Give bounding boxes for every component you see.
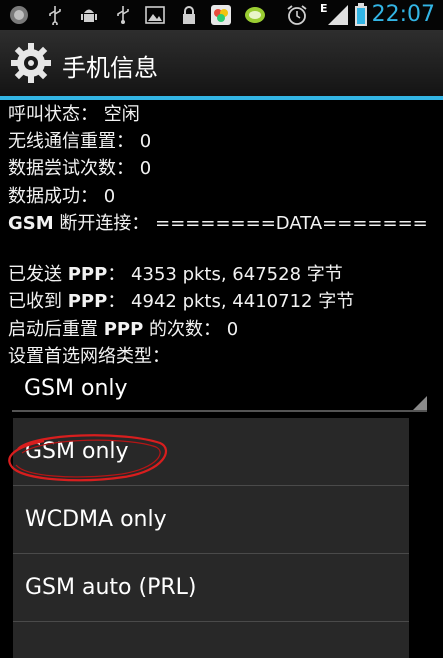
ppp-reset-value: 0 xyxy=(226,319,239,340)
radio-reset-row: 无线通信重置： 0 xyxy=(8,127,151,153)
ppp-sent-label: 已发送 xyxy=(8,264,62,285)
ppp-reset-label2: 的次数： xyxy=(149,319,222,340)
option-gsm-only[interactable]: GSM only xyxy=(13,418,409,485)
option-divider xyxy=(13,621,409,622)
ppp-recv-value: 4942 pkts, 4410712 字节 xyxy=(131,291,355,312)
page-title: 手机信息 xyxy=(62,54,158,82)
option-wcdma-only[interactable]: WCDMA only xyxy=(13,486,409,553)
call-status-label: 呼叫状态： xyxy=(8,104,98,125)
chat-icon xyxy=(244,4,266,26)
preferred-network-label: 设置首选网络类型： xyxy=(8,346,170,367)
lock-icon xyxy=(178,4,200,26)
preferred-network-spinner[interactable]: GSM only xyxy=(12,366,427,412)
call-status-value: 空闲 xyxy=(103,104,140,125)
data-attempts-row: 数据尝试次数： 0 xyxy=(8,154,151,180)
usb-icon xyxy=(44,4,66,26)
option-label: GSM auto (PRL) xyxy=(25,575,197,600)
data-success-value: 0 xyxy=(103,186,116,207)
data-attempts-label: 数据尝试次数： xyxy=(8,158,134,179)
option-label: GSM only xyxy=(25,439,129,464)
data-attempts-value: 0 xyxy=(139,158,152,179)
alarm-icon xyxy=(286,4,308,26)
option-label: WCDMA only xyxy=(25,507,167,532)
ppp-sent-bold: PPP xyxy=(67,264,108,285)
title-bar: 手机信息 xyxy=(0,30,443,96)
gallery-icon xyxy=(210,4,232,26)
radio-reset-label: 无线通信重置： xyxy=(8,131,134,152)
status-bar: E 22:07 xyxy=(0,0,443,30)
network-type-dropdown: GSM only WCDMA only GSM auto (PRL) xyxy=(13,418,409,658)
spinner-arrow-icon xyxy=(413,396,427,410)
spinner-underline xyxy=(12,410,427,412)
gsm-disconnect-label: 断开连接： xyxy=(59,213,150,234)
ppp-recv-row: 已收到 PPP： 4942 pkts, 4410712 字节 xyxy=(8,291,355,312)
data-success-label: 数据成功： xyxy=(8,186,98,207)
gsm-disconnect-label-bold: GSM xyxy=(8,213,54,234)
ppp-reset-label: 启动后重置 xyxy=(8,319,98,340)
ppp-sent-row: 已发送 PPP： 4353 pkts, 647528 字节 xyxy=(8,264,343,285)
clock-time: 22:07 xyxy=(371,2,435,27)
battery-icon xyxy=(354,3,368,26)
call-status-row: 呼叫状态： 空闲 xyxy=(8,100,140,126)
ppp-reset-row: 启动后重置 PPP 的次数： 0 xyxy=(8,315,238,341)
image-icon xyxy=(144,4,166,26)
ppp-recv-label: 已收到 xyxy=(8,291,62,312)
data-success-row: 数据成功： 0 xyxy=(8,182,115,208)
usb-icon xyxy=(112,4,134,26)
android-icon xyxy=(8,4,30,26)
ppp-recv-bold: PPP xyxy=(67,291,108,312)
signal-icon: E xyxy=(320,2,350,26)
ppp-sent-value: 4353 pkts, 647528 字节 xyxy=(131,264,343,285)
ppp-reset-bold: PPP xyxy=(103,319,144,340)
gsm-disconnect-value: ========DATA======= xyxy=(155,213,428,234)
gsm-disconnect-row: GSM 断开连接： ========DATA======= xyxy=(8,209,428,235)
gear-icon xyxy=(10,42,52,84)
android-debug-icon xyxy=(78,4,100,26)
radio-reset-value: 0 xyxy=(139,131,152,152)
spinner-selected-value: GSM only xyxy=(24,376,128,401)
option-gsm-auto-prl[interactable]: GSM auto (PRL) xyxy=(13,554,409,621)
